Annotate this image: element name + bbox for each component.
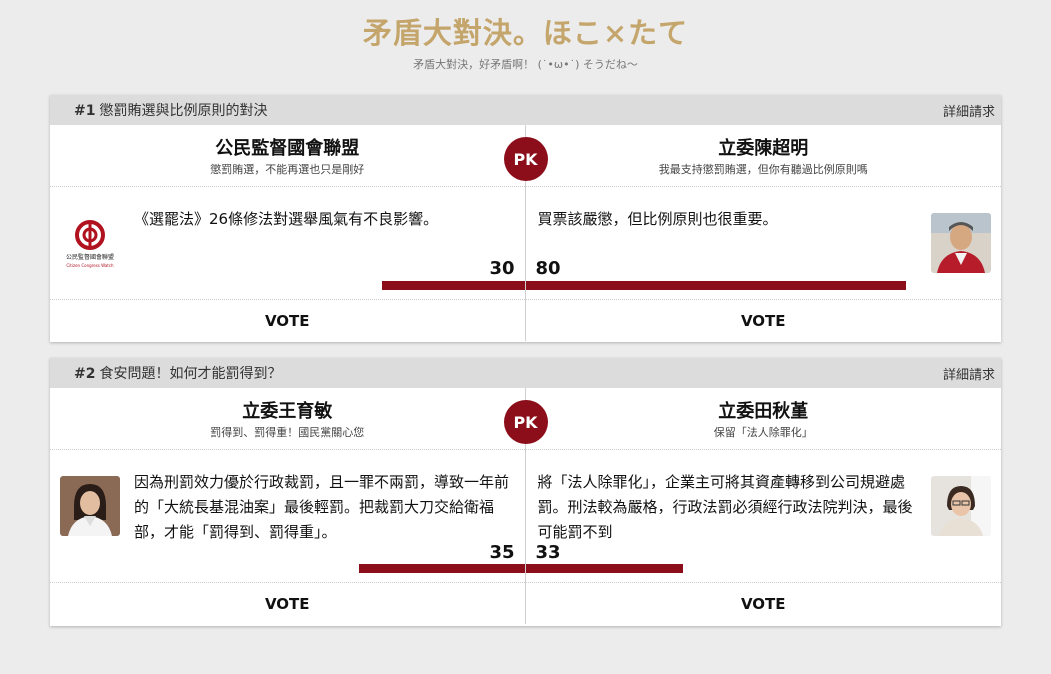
vote-score: 80 [535, 258, 561, 279]
contender-header: 立委田秋堇 保留「法人除罪化」 [525, 388, 1001, 450]
pk-badge: PK [503, 137, 548, 181]
contender-tagline: 我最支持懲罰賄選，但你有聽過比例原則嗎 [658, 163, 868, 176]
contender-name: 立委王育敏 [242, 401, 333, 422]
contender-tagline: 懲罰賄選，不能再選也只是剛好 [210, 163, 365, 176]
vote-button[interactable]: VOTE [50, 583, 525, 624]
left-side: 立委王育敏 罰得到、罰得重！國民黨關心您 因為刑罰效力優於行政裁罰，且一罪不兩罰… [50, 388, 526, 624]
score-bar [381, 281, 525, 290]
vote-score: 35 [489, 542, 515, 563]
score-bar [358, 564, 525, 573]
vote-score: 33 [535, 542, 561, 563]
stance-text: 買票該嚴懲，但比例原則也很重要。 [537, 210, 778, 228]
vote-button[interactable]: VOTE [526, 300, 1002, 341]
vote-button[interactable]: VOTE [526, 583, 1002, 624]
stance-text: 因為刑罰效力優於行政裁罰，且一罪不兩罰，導致一年前的「大統長基混油案」最後輕罰。… [134, 473, 510, 541]
left-side: 公民監督國會聯盟 懲罰賄選，不能再選也只是剛好 公民監督國會聯盟 Citizen… [50, 125, 526, 341]
battle-card: #1 懲罰賄選與比例原則的對決 詳細請求 PK 公民監督國會聯盟 懲罰賄選，不能再… [50, 95, 1001, 342]
person-photo-icon [60, 476, 120, 536]
stance-area: 將「法人除罪化」，企業主可將其資產轉移到公司規避處罰。刑法較為嚴格，行政法罰必須… [525, 450, 1001, 583]
contender-name: 立委陳超明 [718, 138, 809, 159]
battle-title: #1 懲罰賄選與比例原則的對決 [74, 100, 267, 120]
stance-area: 買票該嚴懲，但比例原則也很重要。 80 [525, 187, 1001, 300]
battle-number: #2 [74, 366, 96, 382]
stance-area: 因為刑罰效力優於行政裁罰，且一罪不兩罰，導致一年前的「大統長基混油案」最後輕罰。… [50, 450, 525, 583]
battle-header: #2 食安問題！如何才能罰得到？ 詳細請求 [50, 358, 1001, 388]
contender-header: 立委王育敏 罰得到、罰得重！國民黨關心您 [50, 388, 525, 450]
score-bar [525, 564, 683, 573]
battle-card: #2 食安問題！如何才能罰得到？ 詳細請求 PK 立委王育敏 罰得到、罰得重！國民… [50, 358, 1001, 626]
detail-request-link[interactable]: 詳細請求 [943, 364, 995, 383]
battle-title-text: 懲罰賄選與比例原則的對決 [99, 103, 268, 119]
stance-text: 《選罷法》26條修法對選舉風氣有不良影響。 [134, 210, 439, 228]
logo-text-en: Citizen Congress Watch [66, 263, 114, 268]
stance-area: 公民監督國會聯盟 Citizen Congress Watch 《選罷法》26條… [50, 187, 525, 300]
battle-title-text: 食安問題！如何才能罰得到？ [99, 366, 282, 382]
person-photo-icon [931, 213, 991, 273]
right-side: 立委陳超明 我最支持懲罰賄選，但你有聽過比例原則嗎 買票該嚴懲，但比例原則也很重… [525, 125, 1002, 341]
person-photo-icon [931, 476, 991, 536]
contender-header: 立委陳超明 我最支持懲罰賄選，但你有聽過比例原則嗎 [525, 125, 1001, 187]
logo-text: 公民監督國會聯盟 [66, 253, 114, 261]
vote-score: 30 [489, 258, 515, 279]
detail-request-link[interactable]: 詳細請求 [943, 101, 995, 120]
contender-tagline: 保留「法人除罪化」 [713, 426, 813, 439]
contender-header: 公民監督國會聯盟 懲罰賄選，不能再選也只是剛好 [50, 125, 525, 187]
contender-name: 立委田秋堇 [718, 401, 809, 422]
ccw-logo-icon: 公民監督國會聯盟 Citizen Congress Watch [60, 213, 120, 273]
site-header: 矛盾大對決。ほこ×たて 矛盾大對決，好矛盾啊！ (˙•ω•˙) そうだね〜 [0, 0, 1051, 94]
right-side: 立委田秋堇 保留「法人除罪化」 將「法人除罪化」，企業主可將其資產轉移到公司規避… [525, 388, 1002, 624]
pk-badge: PK [503, 400, 548, 444]
score-bar [525, 281, 906, 290]
battle-title: #2 食安問題！如何才能罰得到？ [74, 363, 281, 383]
vote-button[interactable]: VOTE [50, 300, 525, 341]
contender-tagline: 罰得到、罰得重！國民黨關心您 [210, 426, 365, 439]
stance-text: 將「法人除罪化」，企業主可將其資產轉移到公司規避處罰。刑法較為嚴格，行政法罰必須… [537, 473, 913, 541]
contender-name: 公民監督國會聯盟 [215, 138, 360, 159]
site-subtitle: 矛盾大對決，好矛盾啊！ (˙•ω•˙) そうだね〜 [413, 58, 638, 71]
battle-header: #1 懲罰賄選與比例原則的對決 詳細請求 [50, 95, 1001, 125]
site-title: 矛盾大對決。ほこ×たて [362, 16, 689, 50]
battle-number: #1 [74, 103, 96, 119]
